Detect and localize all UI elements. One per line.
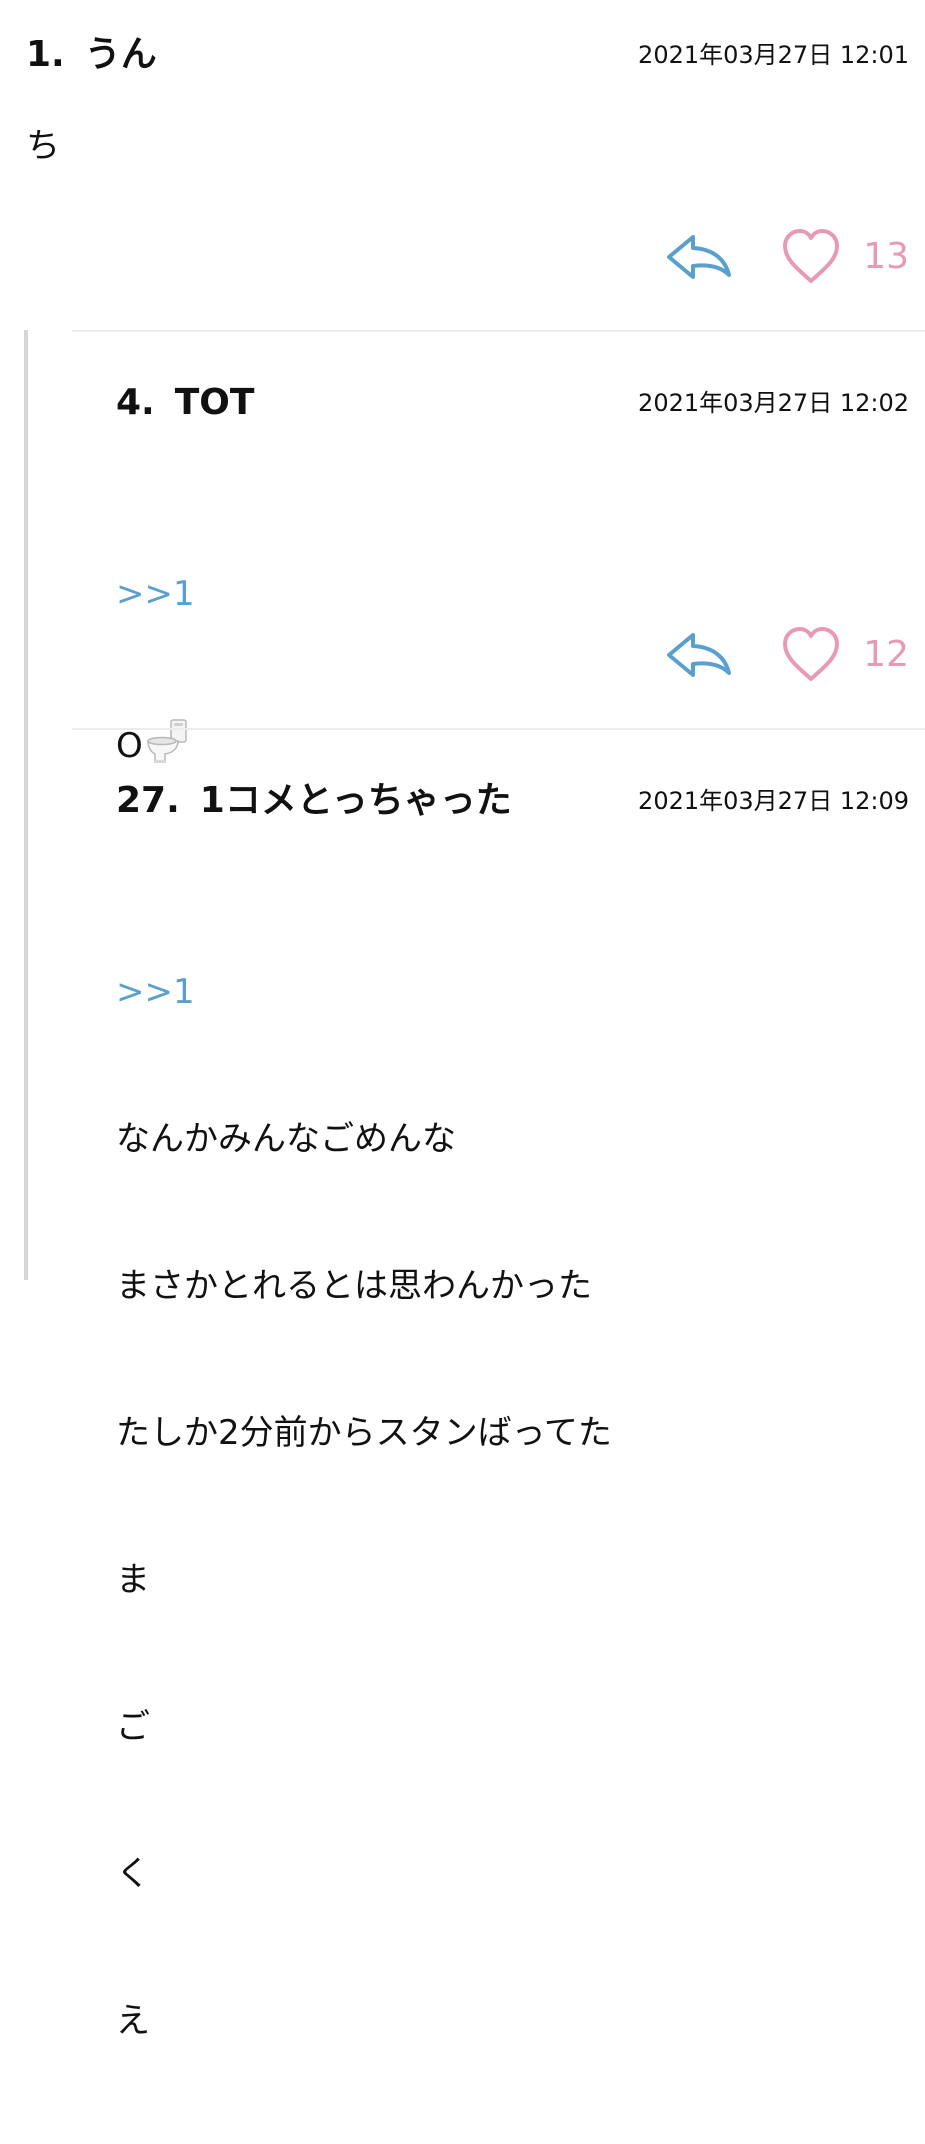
divider [72, 330, 925, 332]
reply-arrow-icon[interactable] [665, 231, 735, 283]
reply-27: 27. 1コメとっちゃった 2021年03月27日 12:09 >>1 なんかみん… [72, 728, 925, 2041]
reply-thread-line [24, 330, 28, 1280]
like-count: 12 [863, 634, 909, 675]
comment-body: ち [26, 126, 60, 166]
comment-line: ご [116, 1707, 150, 1747]
comment-date: 2021年03月27日 12:09 [638, 787, 909, 815]
comment-line: まさかとれるとは思わんかった [116, 1266, 592, 1306]
comment-author: うん [84, 34, 157, 75]
like-button[interactable]: 13 [779, 225, 909, 289]
reply-arrow-icon[interactable] [665, 629, 735, 681]
anchor-link[interactable]: >>1 [116, 968, 612, 1017]
heart-icon [783, 627, 840, 681]
comment-number: 4. [116, 382, 155, 423]
comment-title: 1. うん [26, 30, 157, 80]
comment-header: 27. 1コメとっちゃった 2021年03月27日 12:09 [116, 776, 909, 826]
comment-author: 1コメとっちゃった [199, 780, 512, 821]
comment-number: 27. [116, 780, 180, 821]
comment-number: 1. [26, 34, 65, 75]
comment-author: TOT [174, 382, 255, 423]
comment-date: 2021年03月27日 12:02 [638, 389, 909, 417]
comment-line: ま [116, 1560, 150, 1600]
comment-header: 4. TOT 2021年03月27日 12:02 [116, 378, 909, 428]
comment-line: く [116, 1854, 150, 1894]
comment-1: 1. うん 2021年03月27日 12:01 ち 13 [0, 0, 925, 330]
comment-line: たしか2分前からスタンばってた [116, 1413, 612, 1453]
like-button[interactable]: 12 [779, 623, 909, 687]
comment-actions: 13 [665, 222, 909, 292]
comment-date: 2021年03月27日 12:01 [638, 41, 909, 69]
like-count: 13 [863, 236, 909, 277]
comment-title: 4. TOT [116, 378, 254, 428]
comment-title: 27. 1コメとっちゃった [116, 776, 512, 826]
comment-header: 1. うん 2021年03月27日 12:01 [26, 30, 925, 80]
comment-line: なんかみんなごめんな [116, 1119, 456, 1159]
comment-body: >>1 なんかみんなごめんな まさかとれるとは思わんかった たしか2分前からスタ… [116, 870, 612, 2144]
comment-actions: 12 [665, 620, 909, 690]
reply-4: 4. TOT 2021年03月27日 12:02 >>1 O 12 [72, 330, 925, 766]
divider [72, 728, 925, 730]
comment-line: え [116, 2001, 150, 2041]
heart-icon [783, 229, 840, 283]
anchor-link[interactable]: >>1 [116, 570, 195, 619]
